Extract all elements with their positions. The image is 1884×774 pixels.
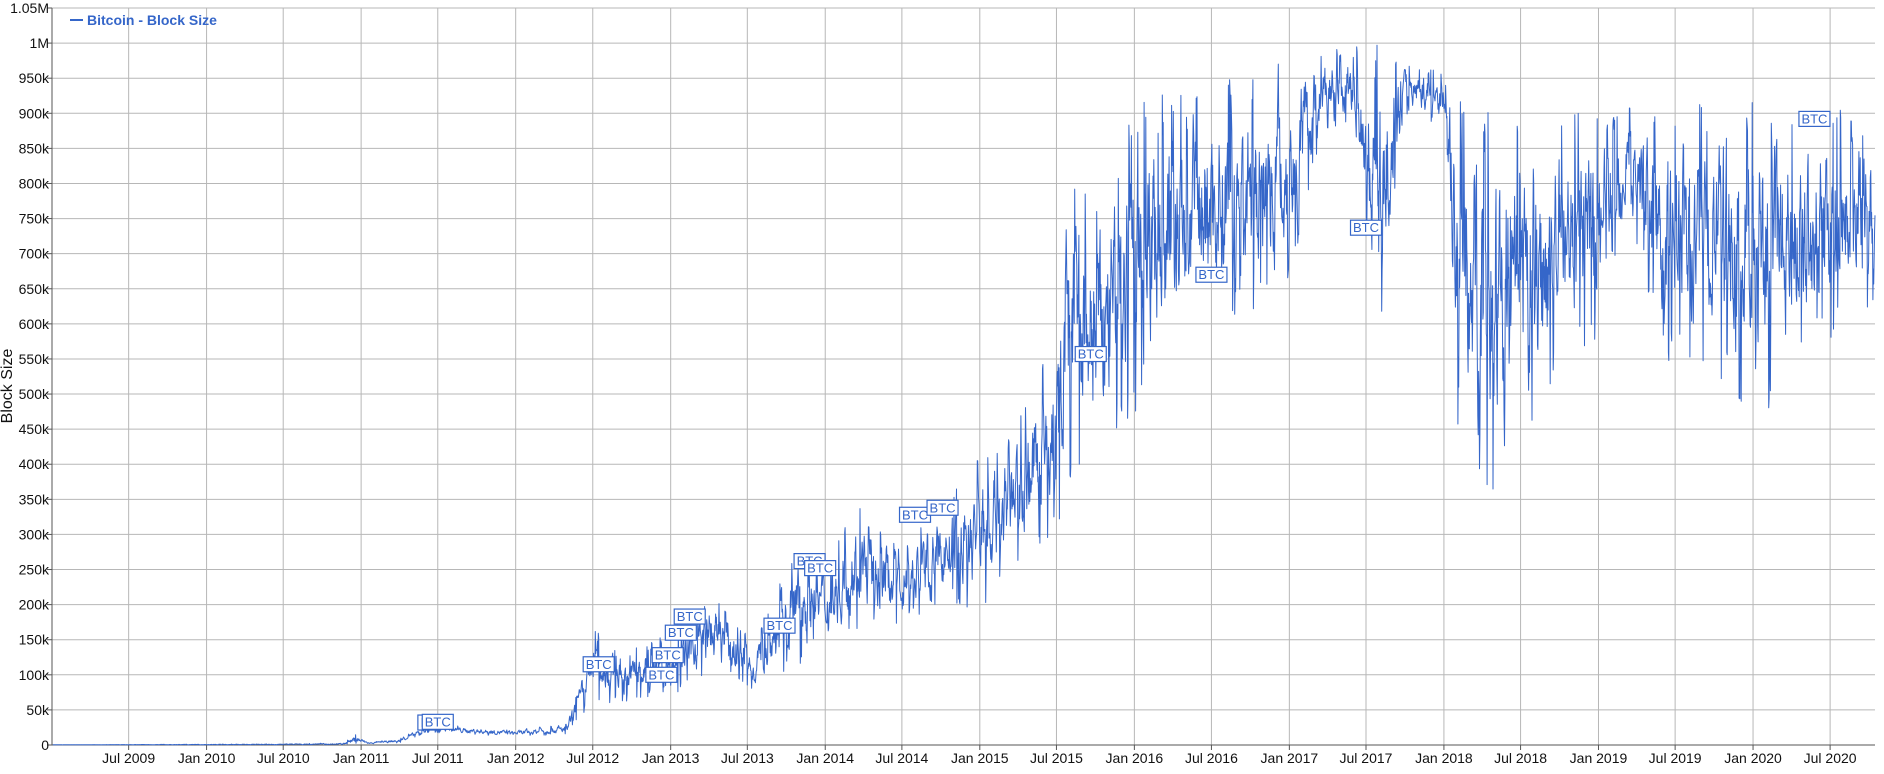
- annotation-label: BTC: [425, 714, 451, 729]
- x-tick-label: Jul 2019: [1649, 750, 1702, 766]
- annotation-flag[interactable]: BTC: [651, 647, 684, 664]
- annotation-label: BTC: [586, 657, 612, 672]
- x-tick-label: Jan 2017: [1261, 750, 1319, 766]
- grid: [51, 7, 1875, 746]
- annotation-flag[interactable]: BTC: [898, 506, 932, 523]
- legend-label: Bitcoin - Block Size: [87, 12, 217, 28]
- annotation-label: BTC: [1078, 347, 1104, 362]
- annotation-label: BTC: [655, 648, 681, 663]
- y-tick-label: 950k: [19, 70, 50, 86]
- y-tick-label: 550k: [19, 351, 50, 367]
- y-tick-label: 150k: [19, 632, 50, 648]
- x-tick-label: Jul 2011: [412, 750, 464, 766]
- x-tick-label: Jul 2013: [721, 750, 774, 766]
- y-tick-label: 750k: [19, 211, 50, 227]
- y-tick-label: 400k: [19, 456, 50, 472]
- annotation-label: BTC: [1353, 220, 1379, 235]
- y-tick-label: 1M: [30, 35, 49, 51]
- annotation-flag[interactable]: BTC: [673, 608, 706, 625]
- annotation-label: BTC: [902, 507, 928, 522]
- chart-svg: 0 50k 100k 150k 200k 250k 300k 350k 400k 450k 500k…: [0, 0, 1876, 766]
- annotation-label: BTC: [767, 618, 793, 633]
- y-tick-label: 250k: [19, 562, 50, 578]
- annotation-flag[interactable]: BTC: [1798, 110, 1831, 128]
- x-tick-label: Jan 2018: [1415, 750, 1473, 766]
- y-tick-label: 450k: [19, 421, 50, 437]
- x-tick-label: Jan 2010: [178, 750, 236, 766]
- x-tick-label: Jul 2017: [1340, 750, 1393, 766]
- y-tick-label: 800k: [19, 175, 50, 191]
- x-tick-label: Jan 2014: [796, 750, 854, 766]
- x-tick-label: Jan 2011: [333, 750, 390, 766]
- x-tick-label: Jul 2010: [257, 750, 310, 766]
- y-axis-title: Block Size: [0, 349, 16, 424]
- y-tick-label: 350k: [19, 491, 50, 507]
- x-tick-label: Jan 2020: [1724, 750, 1782, 766]
- y-tick-label: 0: [41, 737, 49, 753]
- y-tick-label: 50k: [26, 702, 50, 718]
- annotation-label: BTC: [648, 667, 674, 682]
- axes: 0 50k 100k 150k 200k 250k 300k 350k 400k 450k 500k…: [10, 0, 1875, 766]
- x-tick-label: Jan 2013: [642, 750, 700, 766]
- annotation-flag[interactable]: BTC: [763, 617, 796, 634]
- y-tick-label: 500k: [19, 386, 50, 402]
- x-tick-label: Jan 2012: [487, 750, 545, 766]
- legend[interactable]: Bitcoin - Block Size: [70, 12, 217, 28]
- x-tick-label: Jul 2016: [1185, 750, 1238, 766]
- annotation-flag[interactable]: BTC: [804, 560, 837, 577]
- x-tick-label: Jul 2012: [566, 750, 619, 766]
- x-tick-label: Jul 2015: [1030, 750, 1083, 766]
- annotation-label: BTC: [677, 609, 703, 624]
- y-tick-label: 300k: [19, 526, 50, 542]
- y-tick-label: 700k: [19, 246, 50, 262]
- annotation-flag[interactable]: BTC: [1349, 219, 1383, 236]
- annotation-flag[interactable]: BTC: [1074, 345, 1107, 363]
- annotation-flag[interactable]: BTC: [645, 666, 678, 683]
- x-tick-label: Jul 2014: [875, 750, 928, 766]
- y-tick-label: 100k: [19, 667, 50, 683]
- annotation-label: BTC: [807, 561, 833, 576]
- annotation-flag[interactable]: BTC: [1195, 266, 1228, 283]
- annotations: BTBTCBTCBTCBTCBTCBTCBTCBTCBTCBTCBTCBTCBT…: [417, 110, 1831, 731]
- annotation-label: BTC: [1198, 267, 1224, 282]
- x-tick-label: Jul 2009: [102, 750, 155, 766]
- annotation-label: BTC: [668, 625, 694, 640]
- y-tick-label: 200k: [19, 597, 50, 613]
- annotation-flag[interactable]: BTC: [664, 624, 697, 641]
- annotation-flag[interactable]: BTC: [421, 713, 454, 730]
- y-tick-label: 850k: [19, 140, 50, 156]
- x-tick-label: Jan 2016: [1106, 750, 1164, 766]
- x-tick-label: Jan 2019: [1570, 750, 1628, 766]
- y-tick-label: 650k: [19, 281, 50, 297]
- x-tick-label: Jul 2020: [1804, 750, 1857, 766]
- annotation-label: BTC: [930, 500, 956, 515]
- annotation-label: BTC: [1801, 111, 1827, 126]
- x-tick-label: Jan 2015: [951, 750, 1009, 766]
- y-tick-label: 900k: [19, 105, 50, 121]
- y-tick-label: 1.05M: [10, 0, 49, 16]
- block-size-chart: 0 50k 100k 150k 200k 250k 300k 350k 400k 450k 500k…: [0, 0, 1884, 769]
- y-tick-label: 600k: [19, 316, 50, 332]
- x-tick-label: Jul 2018: [1494, 750, 1547, 766]
- annotation-flag[interactable]: BTC: [582, 656, 615, 673]
- annotation-flag[interactable]: BTC: [926, 499, 959, 516]
